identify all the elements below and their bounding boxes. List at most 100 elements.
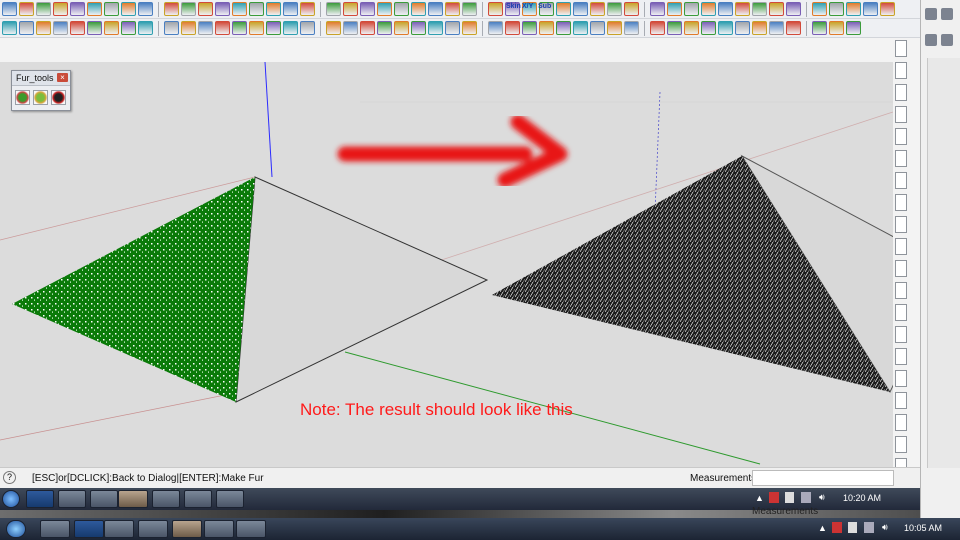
tray-network-icon[interactable] — [864, 522, 874, 533]
layers-icon[interactable] — [786, 2, 801, 16]
fur-tool-2-icon[interactable] — [33, 90, 48, 105]
windows-start-icon[interactable] — [6, 520, 26, 538]
arc-icon[interactable] — [36, 2, 51, 16]
tray-flag-icon[interactable] — [832, 522, 842, 533]
style-icon[interactable] — [684, 21, 699, 35]
tray-flag-icon[interactable] — [769, 492, 779, 503]
follow-me-icon[interactable] — [462, 21, 477, 35]
tray-arrow-icon[interactable]: ▲ — [818, 523, 827, 533]
offset-icon[interactable] — [488, 21, 503, 35]
offset-icon[interactable] — [53, 21, 68, 35]
polygon-icon[interactable] — [394, 21, 409, 35]
tray-dropdown[interactable] — [895, 348, 907, 365]
measurements-input[interactable] — [752, 470, 894, 486]
pdf-icon[interactable] — [104, 520, 134, 538]
fur-tool-1-icon[interactable] — [15, 90, 30, 105]
explorer-icon[interactable] — [152, 490, 180, 508]
tray-dropdown[interactable] — [895, 172, 907, 189]
sketchup-icon[interactable] — [172, 520, 202, 538]
shadow-icon[interactable] — [215, 21, 230, 35]
toolbar-label-sub[interactable]: Sub — [538, 3, 551, 10]
zoom-icon[interactable] — [590, 21, 605, 35]
tray-dropdown[interactable] — [895, 216, 907, 233]
render-icon[interactable] — [718, 21, 733, 35]
follow-me-icon[interactable] — [36, 21, 51, 35]
layers-icon[interactable] — [701, 21, 716, 35]
rotate-icon[interactable] — [428, 21, 443, 35]
move-icon[interactable] — [846, 21, 861, 35]
move-icon[interactable] — [411, 21, 426, 35]
render-icon[interactable] — [377, 2, 392, 16]
firefox-icon[interactable] — [40, 520, 70, 538]
tray-dropdown[interactable] — [895, 194, 907, 211]
offset-icon[interactable] — [573, 2, 588, 16]
camera-icon[interactable] — [181, 21, 196, 35]
style-icon[interactable] — [343, 2, 358, 16]
tape-icon[interactable] — [164, 2, 179, 16]
paint-icon[interactable] — [181, 2, 196, 16]
tray-device-icon[interactable] — [848, 522, 857, 533]
eraser-icon[interactable] — [539, 21, 554, 35]
pdf-icon[interactable] — [58, 490, 86, 508]
photoshop-icon[interactable] — [74, 520, 104, 538]
rectangle-icon[interactable] — [428, 2, 443, 16]
tray-dropdown[interactable] — [895, 282, 907, 299]
component-icon[interactable] — [326, 21, 341, 35]
media-icon[interactable] — [138, 520, 168, 538]
rectangle-icon[interactable] — [863, 2, 878, 16]
tray-network-icon[interactable] — [801, 492, 811, 503]
eraser-icon[interactable] — [624, 2, 639, 16]
outer-tool-icon[interactable] — [925, 34, 937, 46]
toolbar-label-skin[interactable]: Skin — [506, 3, 521, 10]
tray-volume-icon[interactable]: 🔊︎ — [882, 522, 888, 533]
polygon-icon[interactable] — [488, 2, 503, 16]
arc-icon[interactable] — [462, 2, 477, 16]
tray-dropdown[interactable] — [895, 326, 907, 343]
section-icon[interactable] — [718, 2, 733, 16]
circle-icon[interactable] — [445, 2, 460, 16]
shadow-icon[interactable] — [300, 2, 315, 16]
photoshop-icon[interactable] — [26, 490, 54, 508]
tray-dropdown[interactable] — [895, 436, 907, 453]
rotate-icon[interactable] — [2, 21, 17, 35]
chrome-icon[interactable] — [184, 490, 212, 508]
eraser-icon[interactable] — [198, 2, 213, 16]
camera-icon[interactable] — [266, 2, 281, 16]
shadow-icon[interactable] — [735, 2, 750, 16]
material-icon[interactable] — [829, 2, 844, 16]
camera-icon[interactable] — [701, 2, 716, 16]
paint-icon[interactable] — [87, 21, 102, 35]
rectangle-icon[interactable] — [2, 2, 17, 16]
push-pull-icon[interactable] — [445, 21, 460, 35]
eraser-icon[interactable] — [104, 21, 119, 35]
section-icon[interactable] — [283, 2, 298, 16]
tape-icon[interactable] — [590, 2, 605, 16]
render-icon[interactable] — [812, 2, 827, 16]
material-icon[interactable] — [394, 2, 409, 16]
tray-device-icon[interactable] — [785, 492, 794, 503]
tray-dropdown[interactable] — [895, 106, 907, 123]
orbit-icon[interactable] — [121, 21, 136, 35]
tray-dropdown[interactable] — [895, 370, 907, 387]
model-canvas[interactable]: Note: The result should look like this — [0, 62, 893, 467]
offset-icon[interactable] — [138, 2, 153, 16]
media-icon[interactable] — [90, 490, 118, 508]
pan-icon[interactable] — [573, 21, 588, 35]
fur-tool-3-icon[interactable] — [51, 90, 66, 105]
window-icon[interactable] — [216, 490, 244, 508]
shadow-icon[interactable] — [650, 21, 665, 35]
zoom-icon[interactable] — [684, 2, 699, 16]
chrome-icon[interactable] — [236, 520, 266, 538]
push-pull-icon[interactable] — [104, 2, 119, 16]
circle-icon[interactable] — [880, 2, 895, 16]
pan-icon[interactable] — [232, 2, 247, 16]
rectangle-icon[interactable] — [343, 21, 358, 35]
style-icon[interactable] — [249, 21, 264, 35]
tray-dropdown[interactable] — [895, 84, 907, 101]
section-icon[interactable] — [198, 21, 213, 35]
pan-icon[interactable] — [138, 21, 153, 35]
follow-me-icon[interactable] — [121, 2, 136, 16]
tape-icon[interactable] — [70, 21, 85, 35]
circle-icon[interactable] — [786, 21, 801, 35]
component-icon[interactable] — [846, 2, 861, 16]
